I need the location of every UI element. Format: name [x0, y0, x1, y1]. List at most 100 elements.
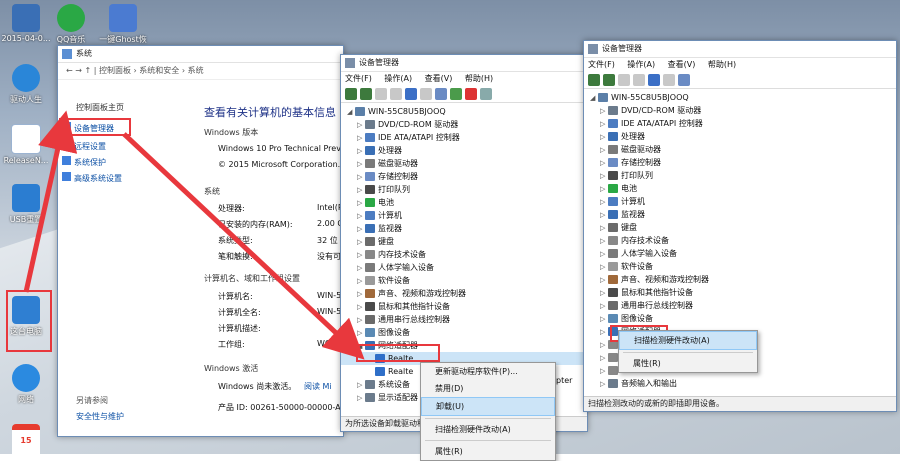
tree-node[interactable]: ▷ 内存技术设备: [584, 234, 896, 247]
tree-node[interactable]: ▷ 磁盘驱动器: [341, 157, 587, 170]
tree-root[interactable]: ◢ WIN-55C8U5BJOOQ: [341, 105, 587, 118]
menu-uninstall[interactable]: 卸载(U): [421, 397, 555, 416]
tree-node[interactable]: ▷ DVD/CD-ROM 驱动器: [584, 104, 896, 117]
pen-touch-label: 笔和触摸:: [218, 252, 253, 261]
desktop-icon-driver[interactable]: 驱动人生: [1, 64, 51, 105]
view2-icon[interactable]: [663, 74, 675, 86]
menu-view[interactable]: 查看(V): [425, 74, 453, 83]
back-icon[interactable]: [588, 74, 600, 86]
tree-node[interactable]: ▷ 音频输入和输出: [584, 377, 896, 390]
tree-node-label: 键盘: [621, 223, 637, 232]
tree-node[interactable]: ▷ 图像设备: [341, 326, 587, 339]
properties-icon[interactable]: [375, 88, 387, 100]
tree-node[interactable]: ▷ 声音、视频和游戏控制器: [341, 287, 587, 300]
monitor-icon[interactable]: [678, 74, 690, 86]
tree-node[interactable]: ▷ 打印队列: [584, 169, 896, 182]
tree-node[interactable]: ▷ 图像设备: [584, 312, 896, 325]
tree-node[interactable]: ▷ 键盘: [584, 221, 896, 234]
tree-node[interactable]: ▷ 计算机: [584, 195, 896, 208]
back-icon[interactable]: ←: [66, 66, 73, 75]
expand-arrow-icon[interactable]: ▷: [600, 378, 608, 391]
menu-action[interactable]: 操作(A): [627, 60, 655, 69]
tree-node[interactable]: ▷ 处理器: [341, 144, 587, 157]
tree-node[interactable]: ▷ IDE ATA/ATAPI 控制器: [584, 117, 896, 130]
device-category-icon: [608, 184, 618, 193]
security-maintenance-link[interactable]: 安全性与维护: [76, 411, 124, 422]
tree-node[interactable]: ▷ 软件设备: [584, 260, 896, 273]
menu-scan-hardware[interactable]: 扫描检测硬件改动(A): [619, 331, 757, 350]
menu-update-driver[interactable]: 更新驱动程序软件(P)...: [421, 363, 555, 380]
forward-icon[interactable]: [603, 74, 615, 86]
properties-icon[interactable]: [618, 74, 630, 86]
menu-help[interactable]: 帮助(H): [708, 60, 736, 69]
desktop-icon-release[interactable]: ReleaseN...: [1, 124, 51, 165]
menu-help[interactable]: 帮助(H): [465, 74, 493, 83]
device-category-icon: [608, 314, 618, 323]
monitor-icon[interactable]: [435, 88, 447, 100]
tree-node[interactable]: ▷ 人体学输入设备: [341, 261, 587, 274]
menu-view[interactable]: 查看(V): [668, 60, 696, 69]
tree-node[interactable]: ▷ 内存技术设备: [341, 248, 587, 261]
tree-node[interactable]: ▷ 计算机: [341, 209, 587, 222]
update-icon[interactable]: [450, 88, 462, 100]
tree-node[interactable]: ▷ IDE ATA/ATAPI 控制器: [341, 131, 587, 144]
advanced-settings-link[interactable]: 高级系统设置: [62, 172, 122, 184]
tree-node-label: 声音、视频和游戏控制器: [378, 289, 466, 298]
menu-action[interactable]: 操作(A): [384, 74, 412, 83]
tree-node[interactable]: ▷ 电池: [341, 196, 587, 209]
view-icon[interactable]: [633, 74, 645, 86]
system-protection-link[interactable]: 系统保护: [62, 156, 106, 168]
menu-file[interactable]: 文件(F): [588, 60, 615, 69]
breadcrumb-1[interactable]: 系统和安全: [139, 66, 179, 75]
menu-file[interactable]: 文件(F): [345, 74, 372, 83]
view-icon[interactable]: [390, 88, 402, 100]
full-name-value: WIN-5: [317, 307, 342, 316]
forward-icon[interactable]: →: [75, 66, 82, 75]
control-panel-home-link[interactable]: 控制面板主页: [76, 102, 124, 113]
activation-link[interactable]: 阅读 Mi: [304, 381, 332, 392]
view2-icon[interactable]: [420, 88, 432, 100]
tree-node[interactable]: ▷ 监视器: [341, 222, 587, 235]
expand-arrow-icon[interactable]: ▷: [357, 392, 365, 405]
back-icon[interactable]: [345, 88, 357, 100]
tree-node[interactable]: ▷ DVD/CD-ROM 驱动器: [341, 118, 587, 131]
tree-node[interactable]: ▷ 声音、视频和游戏控制器: [584, 273, 896, 286]
desktop-icon-usb[interactable]: USB重置: [1, 184, 51, 225]
tree-node[interactable]: ▷ 人体学输入设备: [584, 247, 896, 260]
desktop-icon-calendar[interactable]: 15: [1, 424, 51, 460]
menu-disable[interactable]: 禁用(D): [421, 380, 555, 397]
tree-root[interactable]: ◢ WIN-55C8U5BJOOQ: [584, 91, 896, 104]
forward-icon[interactable]: [360, 88, 372, 100]
desktop-icon-qqmusic[interactable]: QQ音乐: [46, 4, 96, 45]
menu-properties[interactable]: 属性(R): [421, 443, 555, 460]
tree-node[interactable]: ▷ 软件设备: [341, 274, 587, 287]
tree-node[interactable]: ▷ 磁盘驱动器: [584, 143, 896, 156]
tree-node[interactable]: ▷ 监视器: [584, 208, 896, 221]
help-icon[interactable]: [648, 74, 660, 86]
breadcrumb-2[interactable]: 系统: [188, 66, 204, 75]
tree-node[interactable]: ▷ 鼠标和其他指针设备: [584, 286, 896, 299]
tree-node[interactable]: ▷ 存储控制器: [584, 156, 896, 169]
menu-properties[interactable]: 属性(R): [619, 355, 757, 372]
scan-icon[interactable]: [480, 88, 492, 100]
menu-scan-hardware[interactable]: 扫描检测硬件改动(A): [421, 421, 555, 438]
tree-node[interactable]: ▷ 处理器: [584, 130, 896, 143]
tree-node[interactable]: ▷ 电池: [584, 182, 896, 195]
device-category-icon: [365, 224, 375, 233]
tree-node[interactable]: ▷ 通用串行总线控制器: [584, 299, 896, 312]
realtek-tail-text: pter: [556, 376, 573, 385]
remote-settings-link[interactable]: 远程设置: [62, 140, 106, 152]
tree-node[interactable]: ▷ 键盘: [341, 235, 587, 248]
tree-node-label: 音频输入和输出: [621, 379, 677, 388]
tree-node[interactable]: ▷ 通用串行总线控制器: [341, 313, 587, 326]
desktop-icon-file[interactable]: 2015-04-0...: [1, 4, 51, 43]
address-bar[interactable]: ← → ↑ | 控制面板 › 系统和安全 › 系统: [58, 63, 343, 80]
tree-node[interactable]: ▷ 打印队列: [341, 183, 587, 196]
up-icon[interactable]: ↑: [85, 66, 92, 75]
breadcrumb-0[interactable]: 控制面板: [99, 66, 131, 75]
desktop-icon-network[interactable]: 网络: [1, 364, 51, 405]
tree-node[interactable]: ▷ 存储控制器: [341, 170, 587, 183]
tree-node[interactable]: ▷ 鼠标和其他指针设备: [341, 300, 587, 313]
help-icon[interactable]: [405, 88, 417, 100]
uninstall-icon[interactable]: [465, 88, 477, 100]
